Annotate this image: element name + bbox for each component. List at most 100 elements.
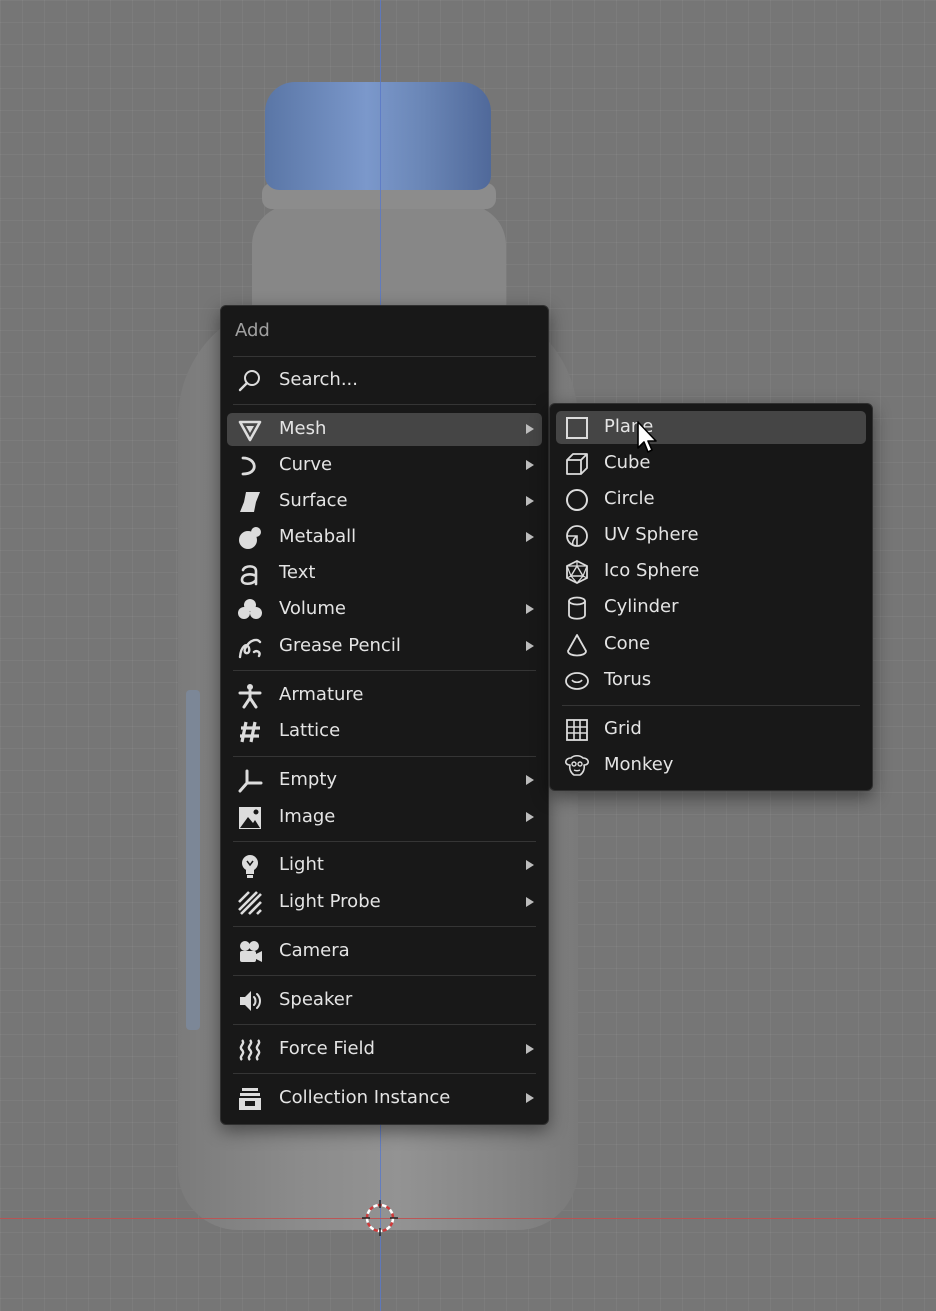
submenu-arrow-icon — [526, 532, 534, 542]
light-probe-icon — [237, 890, 263, 916]
menu-item-search[interactable]: Search... — [227, 364, 542, 397]
mesh-item-cylinder[interactable]: Cylinder — [556, 591, 866, 624]
volume-icon — [237, 597, 263, 623]
monkey-icon — [564, 753, 590, 779]
menu-item-label: Mesh — [279, 418, 327, 439]
mesh-submenu: Plane Cube Circle UV Sphere Ico Sphere C… — [549, 403, 873, 791]
mesh-item-ico-sphere[interactable]: Ico Sphere — [556, 555, 866, 588]
plane-icon — [564, 415, 590, 441]
menu-title: Add — [235, 320, 270, 341]
menu-item-label: Monkey — [604, 754, 674, 775]
menu-item-label: Light Probe — [279, 891, 381, 912]
mesh-item-monkey[interactable]: Monkey — [556, 749, 866, 782]
menu-item-camera[interactable]: Camera — [227, 935, 542, 968]
submenu-arrow-icon — [526, 424, 534, 434]
menu-item-empty[interactable]: Empty — [227, 764, 542, 797]
menu-item-light[interactable]: Light — [227, 849, 542, 882]
submenu-arrow-icon — [526, 496, 534, 506]
menu-item-image[interactable]: Image — [227, 801, 542, 834]
image-icon — [237, 805, 263, 831]
menu-item-label: Light — [279, 854, 324, 875]
menu-item-armature[interactable]: Armature — [227, 679, 542, 712]
menu-item-label: Grease Pencil — [279, 635, 401, 656]
menu-item-speaker[interactable]: Speaker — [227, 984, 542, 1017]
menu-item-metaball[interactable]: Metaball — [227, 521, 542, 554]
menu-item-mesh[interactable]: Mesh — [227, 413, 542, 446]
menu-item-label: Ico Sphere — [604, 560, 700, 581]
bottle-model-label — [186, 690, 200, 1030]
empty-icon — [237, 768, 263, 794]
collection-instance-icon — [237, 1086, 263, 1112]
menu-item-label: UV Sphere — [604, 524, 699, 545]
menu-item-label: Cylinder — [604, 596, 679, 617]
submenu-arrow-icon — [526, 604, 534, 614]
mesh-item-circle[interactable]: Circle — [556, 483, 866, 516]
metaball-icon — [237, 525, 263, 551]
mouse-pointer-icon — [637, 421, 657, 453]
menu-item-label: Volume — [279, 598, 346, 619]
menu-item-label: Armature — [279, 684, 364, 705]
menu-item-label: Empty — [279, 769, 338, 790]
submenu-arrow-icon — [526, 812, 534, 822]
speaker-icon — [237, 988, 263, 1014]
submenu-arrow-icon — [526, 1093, 534, 1103]
text-icon — [237, 561, 263, 587]
menu-item-label: Cone — [604, 633, 651, 654]
submenu-arrow-icon — [526, 775, 534, 785]
uv-sphere-icon — [564, 523, 590, 549]
mesh-item-plane[interactable]: Plane — [556, 411, 866, 444]
menu-separator — [233, 356, 536, 357]
x-axis-line — [0, 1218, 936, 1219]
menu-item-label: Grid — [604, 718, 642, 739]
mesh-item-torus[interactable]: Torus — [556, 664, 866, 697]
add-menu: Add Search... Mesh Curve Surface Metabal… — [220, 305, 549, 1125]
cone-icon — [564, 632, 590, 658]
menu-item-label: Text — [279, 562, 316, 583]
menu-item-light-probe[interactable]: Light Probe — [227, 886, 542, 919]
menu-separator — [562, 705, 860, 706]
mesh-item-cube[interactable]: Cube — [556, 447, 866, 480]
cylinder-icon — [564, 595, 590, 621]
menu-separator — [233, 975, 536, 976]
submenu-arrow-icon — [526, 641, 534, 651]
menu-item-label: Force Field — [279, 1038, 375, 1059]
menu-item-label: Lattice — [279, 720, 341, 741]
mesh-icon — [237, 417, 263, 443]
menu-separator — [233, 926, 536, 927]
surface-icon — [237, 489, 263, 515]
menu-separator — [233, 1073, 536, 1074]
menu-item-collection-instance[interactable]: Collection Instance — [227, 1082, 542, 1115]
menu-item-label: Collection Instance — [279, 1087, 451, 1108]
menu-separator — [233, 1024, 536, 1025]
circle-icon — [564, 487, 590, 513]
bottle-model-cap — [265, 82, 491, 190]
submenu-arrow-icon — [526, 1044, 534, 1054]
menu-item-label: Surface — [279, 490, 348, 511]
menu-separator — [233, 756, 536, 757]
lattice-icon — [237, 719, 263, 745]
torus-icon — [564, 668, 590, 694]
mesh-item-grid[interactable]: Grid — [556, 713, 866, 746]
submenu-arrow-icon — [526, 897, 534, 907]
cube-icon — [564, 451, 590, 477]
menu-separator — [233, 670, 536, 671]
ico-sphere-icon — [564, 559, 590, 585]
menu-item-force-field[interactable]: Force Field — [227, 1033, 542, 1066]
camera-icon — [237, 939, 263, 965]
3d-cursor-icon[interactable] — [362, 1200, 398, 1236]
menu-item-volume[interactable]: Volume — [227, 593, 542, 626]
curve-icon — [237, 453, 263, 479]
search-icon — [237, 368, 263, 394]
menu-item-surface[interactable]: Surface — [227, 485, 542, 518]
light-icon — [237, 853, 263, 879]
submenu-arrow-icon — [526, 460, 534, 470]
mesh-item-uv-sphere[interactable]: UV Sphere — [556, 519, 866, 552]
menu-item-label: Torus — [604, 669, 652, 690]
menu-item-grease-pencil[interactable]: Grease Pencil — [227, 630, 542, 663]
armature-icon — [237, 683, 263, 709]
menu-item-text[interactable]: Text — [227, 557, 542, 590]
mesh-item-cone[interactable]: Cone — [556, 628, 866, 661]
menu-item-lattice[interactable]: Lattice — [227, 715, 542, 748]
menu-item-label: Curve — [279, 454, 333, 475]
menu-item-curve[interactable]: Curve — [227, 449, 542, 482]
